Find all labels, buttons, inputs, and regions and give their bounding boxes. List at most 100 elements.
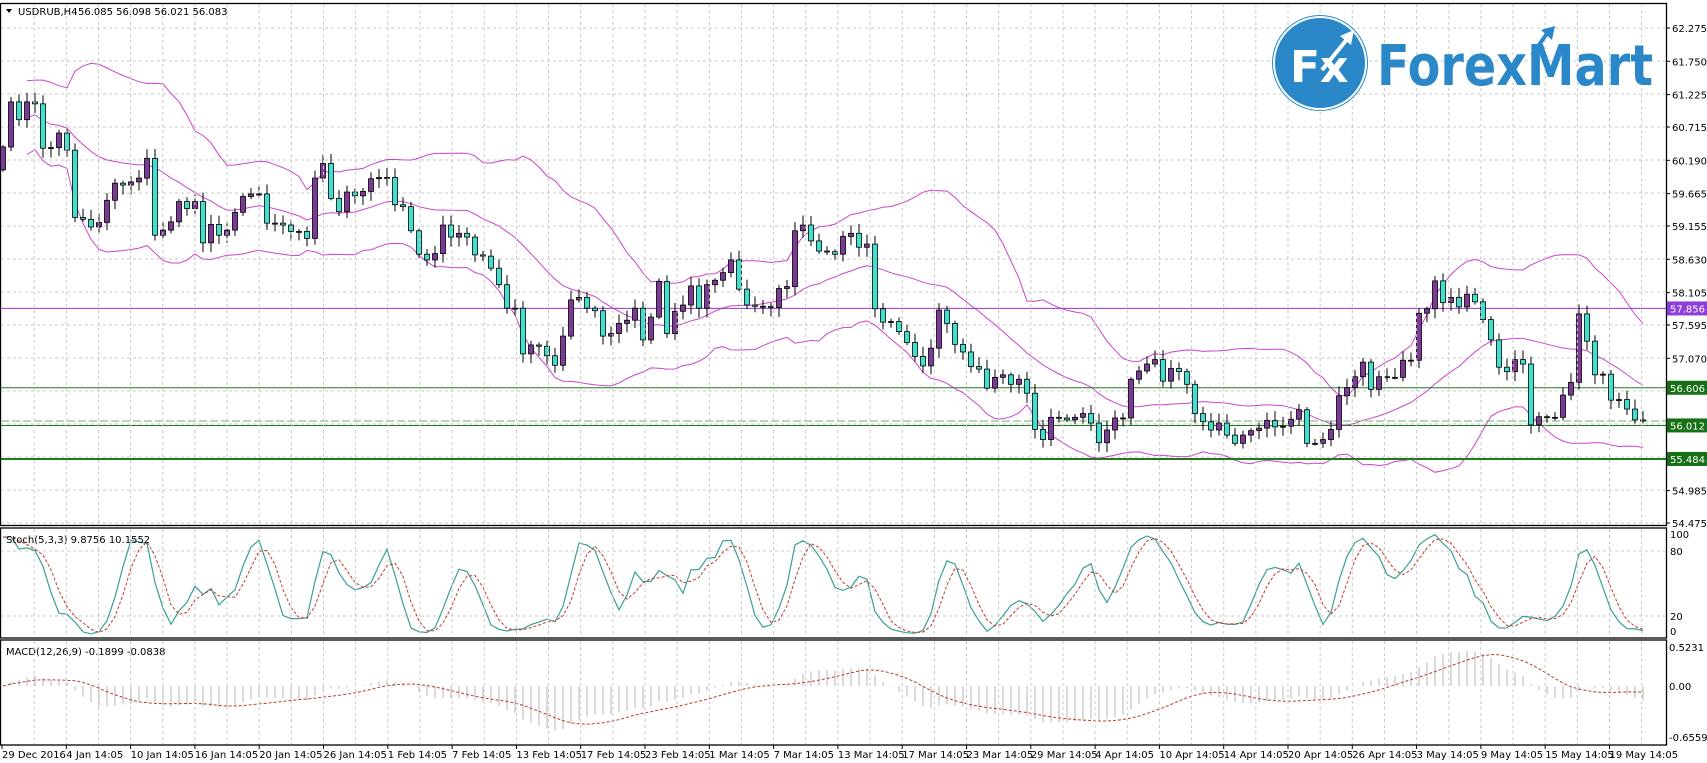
candle[interactable] (1616, 392, 1622, 408)
candle[interactable] (1208, 413, 1214, 438)
candle[interactable] (768, 302, 774, 317)
candle[interactable] (904, 324, 910, 346)
candle[interactable] (1264, 412, 1270, 438)
candle[interactable] (384, 167, 390, 186)
candle[interactable] (1440, 273, 1446, 312)
candle[interactable] (1472, 287, 1478, 305)
candle[interactable] (1560, 387, 1566, 421)
candle[interactable] (728, 252, 734, 278)
candle[interactable] (208, 214, 214, 253)
candle[interactable] (936, 303, 942, 358)
candle[interactable] (0, 145, 6, 172)
candle[interactable] (712, 278, 718, 293)
candle[interactable] (1184, 368, 1190, 394)
candle[interactable] (104, 193, 110, 231)
candle[interactable] (1144, 356, 1150, 374)
candle[interactable] (1632, 399, 1638, 424)
candle[interactable] (1088, 405, 1094, 431)
triangle-down-icon[interactable] (6, 9, 12, 13)
candle[interactable] (328, 153, 334, 201)
candle[interactable] (504, 275, 510, 314)
candle[interactable] (1096, 413, 1102, 452)
candle[interactable] (568, 290, 574, 340)
candle[interactable] (248, 187, 254, 200)
candle[interactable] (344, 185, 350, 219)
candle[interactable] (976, 357, 982, 374)
candle[interactable] (168, 216, 174, 234)
candle[interactable] (1552, 412, 1558, 421)
candle[interactable] (1568, 373, 1574, 401)
candle[interactable] (64, 129, 70, 157)
candle[interactable] (1272, 411, 1278, 437)
candle[interactable] (1296, 404, 1302, 426)
candle[interactable] (1312, 438, 1318, 446)
candle[interactable] (664, 275, 670, 338)
candle[interactable] (848, 225, 854, 246)
candle[interactable] (1280, 416, 1286, 436)
candle[interactable] (968, 343, 974, 373)
candle[interactable] (32, 92, 38, 113)
candle[interactable] (1520, 350, 1526, 374)
candle[interactable] (1168, 360, 1174, 389)
candle[interactable] (1392, 367, 1398, 380)
candle[interactable] (1432, 276, 1438, 319)
candle[interactable] (1136, 365, 1142, 385)
candle[interactable] (120, 180, 126, 195)
candle[interactable] (368, 172, 374, 201)
candle[interactable] (1320, 432, 1326, 448)
candle[interactable] (680, 295, 686, 320)
candle[interactable] (1368, 359, 1374, 398)
candle[interactable] (832, 249, 838, 260)
candle[interactable] (416, 228, 422, 258)
candle[interactable] (376, 168, 382, 188)
candle[interactable] (952, 320, 958, 354)
candle[interactable] (1216, 413, 1222, 436)
candle[interactable] (96, 213, 102, 233)
candle[interactable] (1376, 370, 1382, 396)
candle[interactable] (1600, 371, 1606, 385)
candle[interactable] (216, 215, 222, 245)
candle[interactable] (1240, 430, 1246, 449)
candle[interactable] (280, 215, 286, 235)
candle[interactable] (776, 284, 782, 318)
candle[interactable] (1024, 371, 1030, 403)
candle[interactable] (520, 301, 526, 363)
candle[interactable] (560, 326, 566, 371)
candle[interactable] (912, 333, 918, 362)
candle[interactable] (456, 224, 462, 247)
candle[interactable] (40, 95, 46, 158)
candle[interactable] (1200, 406, 1206, 431)
candle[interactable] (360, 187, 366, 205)
candle[interactable] (1128, 377, 1134, 425)
candle[interactable] (1496, 333, 1502, 375)
candle[interactable] (352, 188, 358, 204)
candle[interactable] (112, 178, 118, 210)
candle[interactable] (960, 338, 966, 360)
candle[interactable] (200, 192, 206, 253)
candle[interactable] (1536, 411, 1542, 433)
candle[interactable] (1424, 306, 1430, 323)
candle[interactable] (408, 201, 414, 234)
candle[interactable] (1528, 356, 1534, 434)
candle[interactable] (704, 279, 710, 318)
candle[interactable] (928, 339, 934, 375)
candle[interactable] (472, 234, 478, 262)
candle[interactable] (1072, 413, 1078, 424)
candle[interactable] (880, 302, 886, 330)
candle[interactable] (336, 189, 342, 217)
candle[interactable] (552, 347, 558, 373)
candle[interactable] (184, 197, 190, 216)
candle[interactable] (1192, 380, 1198, 423)
candle[interactable] (920, 346, 926, 373)
candle[interactable] (1008, 372, 1014, 393)
candle[interactable] (760, 299, 766, 315)
candle[interactable] (616, 314, 622, 344)
candle[interactable] (1592, 335, 1598, 385)
candle[interactable] (296, 229, 302, 241)
candle[interactable] (1464, 285, 1470, 312)
candle[interactable] (312, 170, 318, 245)
candle[interactable] (1408, 352, 1414, 367)
candle[interactable] (1416, 308, 1422, 369)
candle[interactable] (792, 222, 798, 296)
candle[interactable] (1584, 305, 1590, 350)
